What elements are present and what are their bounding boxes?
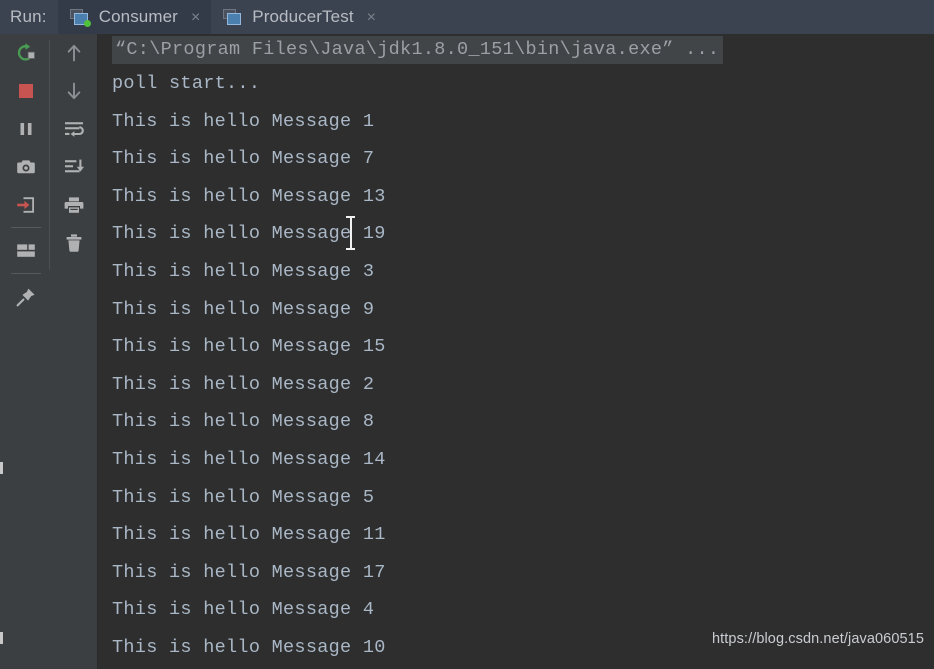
console-line: This is hello Message 11 bbox=[112, 524, 386, 546]
console-line: This is hello Message 14 bbox=[112, 448, 386, 470]
console-line: This is hello Message 17 bbox=[112, 561, 386, 583]
command-line-text: “C:\Program Files\Java\jdk1.8.0_151\bin\… bbox=[112, 36, 724, 64]
console-line: This is hello Message 5 bbox=[112, 486, 375, 508]
console-line: This is hello Message 8 bbox=[112, 411, 375, 433]
rerun-button[interactable] bbox=[6, 34, 46, 72]
console-line: This is hello Message 7 bbox=[112, 148, 375, 170]
restore-layout-button[interactable] bbox=[6, 186, 46, 224]
scroll-to-end-button[interactable] bbox=[54, 148, 94, 186]
console-output[interactable]: “C:\Program Files\Java\jdk1.8.0_151\bin\… bbox=[99, 34, 934, 669]
run-tool-window: Run: Consumer × ProducerTest × “C:\Progr… bbox=[0, 0, 934, 669]
tab-label: Consumer bbox=[98, 7, 178, 26]
print-button[interactable] bbox=[54, 186, 94, 224]
console-line: This is hello Message 2 bbox=[112, 373, 375, 395]
scroll-to-end-icon bbox=[65, 159, 84, 173]
running-indicator-dot bbox=[83, 19, 91, 27]
scroll-marker bbox=[0, 462, 3, 474]
arrow-down-icon bbox=[67, 82, 81, 100]
console-command-line: “C:\Program Files\Java\jdk1.8.0_151\bin\… bbox=[99, 34, 934, 65]
console-line: This is hello Message 19 bbox=[112, 223, 386, 245]
toolbar-separator bbox=[11, 227, 41, 228]
layout-settings-button[interactable] bbox=[6, 232, 46, 270]
scroll-marker bbox=[0, 632, 3, 644]
toolbar-column-primary bbox=[2, 34, 50, 316]
printer-icon bbox=[64, 197, 84, 213]
run-window-icon bbox=[223, 8, 243, 26]
rerun-icon bbox=[17, 43, 35, 61]
pause-icon bbox=[20, 123, 32, 135]
console-line: This is hello Message 1 bbox=[112, 110, 375, 132]
console-line: This is hello Message 13 bbox=[112, 185, 386, 207]
console-line-list: poll start... This is hello Message 1 This… bbox=[99, 65, 934, 667]
close-icon[interactable]: × bbox=[191, 9, 200, 26]
trash-icon bbox=[66, 234, 82, 252]
tab-consumer[interactable]: Consumer × bbox=[57, 0, 212, 34]
layout-icon bbox=[17, 244, 35, 257]
console-line: This is hello Message 15 bbox=[112, 336, 386, 358]
stop-icon bbox=[19, 84, 33, 98]
toolbar-separator bbox=[11, 273, 41, 274]
run-toolbar bbox=[0, 34, 98, 669]
run-tab-bar: Run: Consumer × ProducerTest × bbox=[0, 0, 934, 34]
toolbar-column-secondary bbox=[49, 34, 98, 270]
run-window-icon bbox=[69, 8, 91, 27]
soft-wrap-icon bbox=[65, 122, 84, 137]
run-tool-window-label: Run: bbox=[10, 7, 47, 26]
console-line: This is hello Message 3 bbox=[112, 260, 375, 282]
soft-wrap-button[interactable] bbox=[54, 110, 94, 148]
arrow-into-box-icon bbox=[17, 197, 34, 213]
arrow-up-icon bbox=[67, 44, 81, 62]
screenshot-button[interactable] bbox=[6, 148, 46, 186]
console-line: This is hello Message 9 bbox=[112, 298, 375, 320]
pin-icon bbox=[16, 288, 35, 307]
tab-producertest[interactable]: ProducerTest × bbox=[211, 0, 387, 34]
camera-icon bbox=[17, 160, 35, 174]
pin-tab-button[interactable] bbox=[6, 278, 46, 316]
watermark-url: https://blog.csdn.net/java060515 bbox=[712, 631, 924, 647]
console-line: This is hello Message 4 bbox=[112, 599, 375, 621]
console-line: poll start... bbox=[112, 73, 261, 94]
close-icon[interactable]: × bbox=[367, 9, 376, 26]
stop-button[interactable] bbox=[6, 72, 46, 110]
clear-all-button[interactable] bbox=[54, 224, 94, 262]
tab-label: ProducerTest bbox=[252, 7, 354, 26]
down-button[interactable] bbox=[54, 72, 94, 110]
up-button[interactable] bbox=[54, 34, 94, 72]
pause-output-button[interactable] bbox=[6, 110, 46, 148]
